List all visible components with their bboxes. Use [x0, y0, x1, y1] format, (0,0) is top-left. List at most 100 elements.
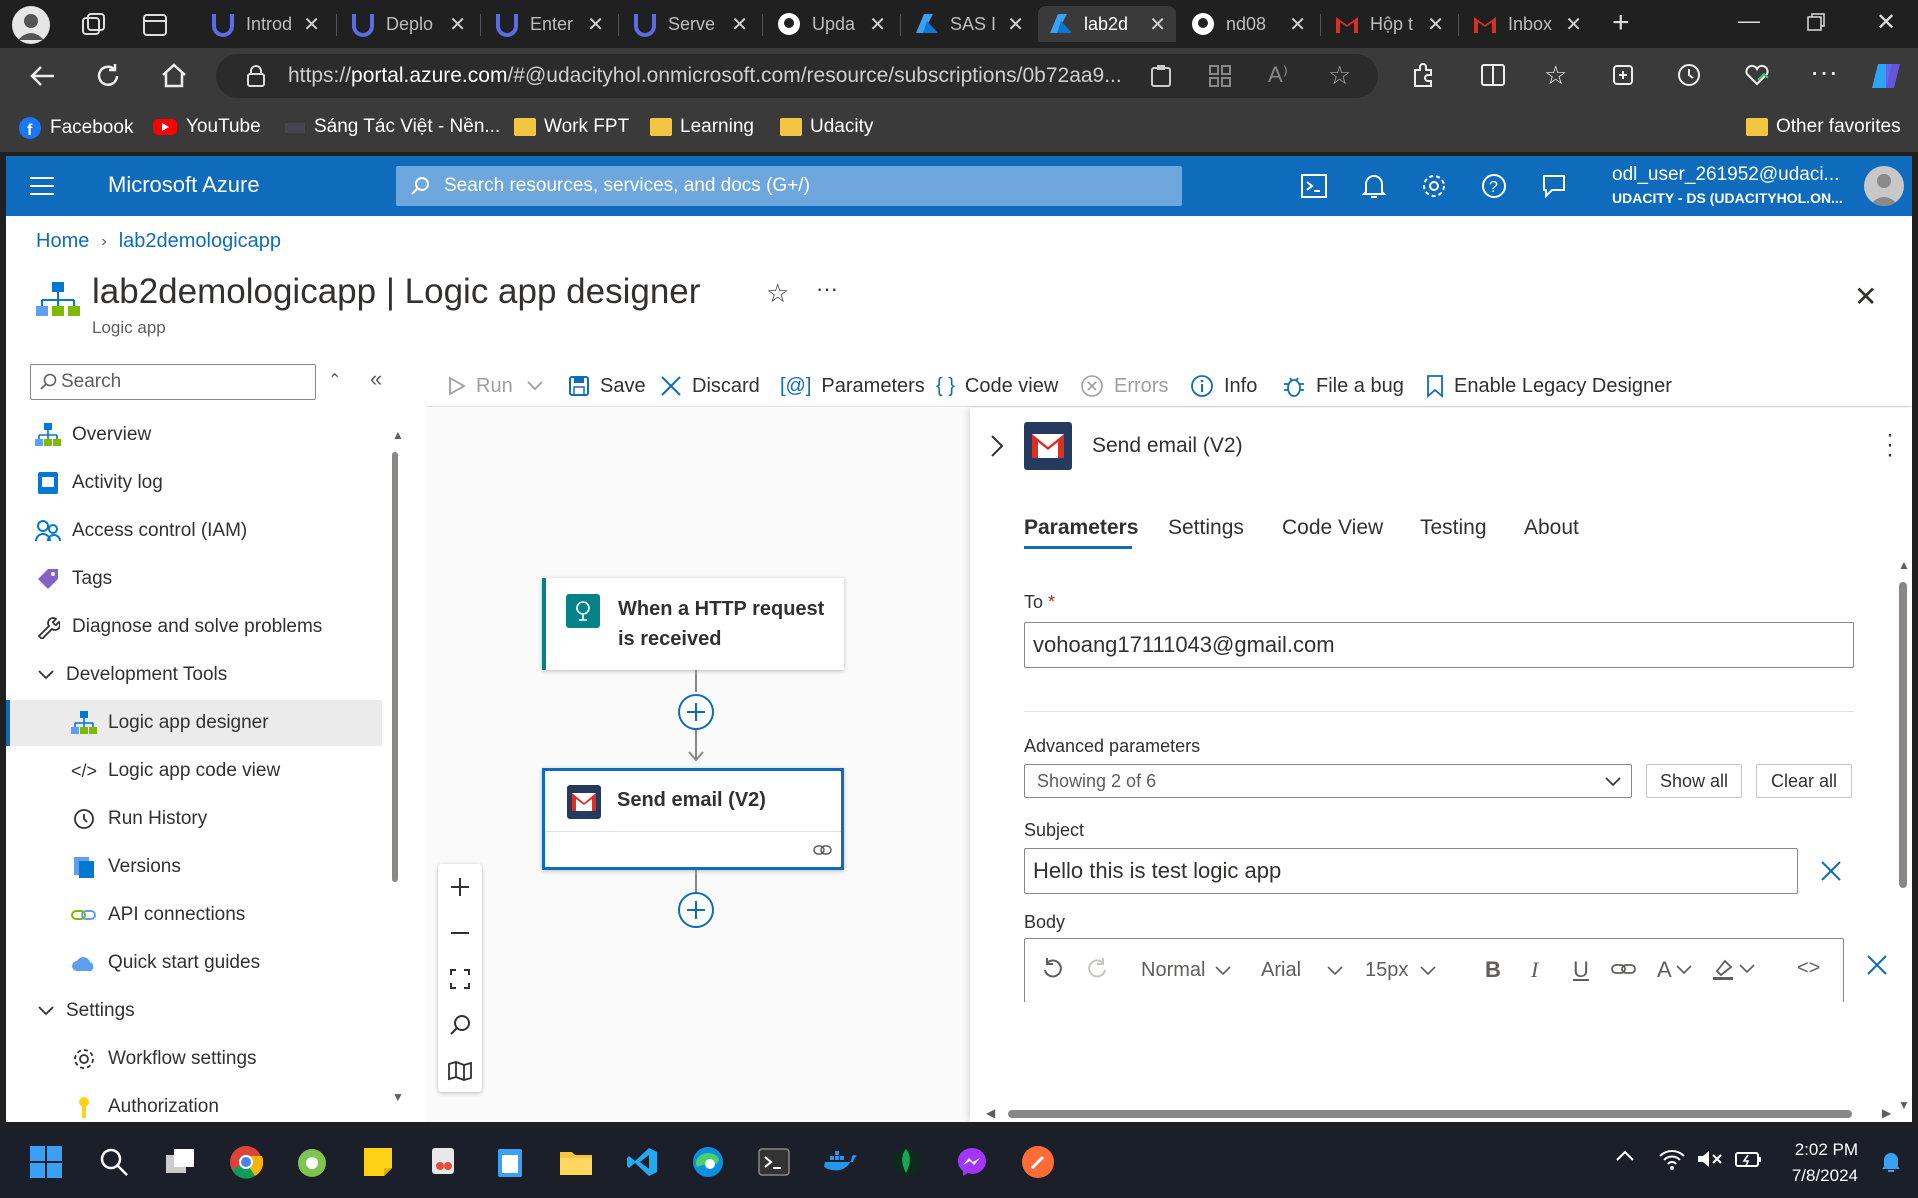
docker-icon[interactable]	[820, 1142, 860, 1182]
sidebar-item-versions[interactable]: Versions	[6, 844, 382, 890]
undo-icon[interactable]	[1041, 957, 1065, 981]
redo-icon[interactable]	[1085, 957, 1109, 981]
sidebar-group-development-tools[interactable]: Development Tools	[6, 652, 382, 698]
feedback-icon[interactable]	[1540, 172, 1568, 200]
cloud-shell-icon[interactable]	[1300, 172, 1328, 200]
clear-all-button[interactable]: Clear all	[1756, 764, 1852, 798]
user-avatar[interactable]	[1864, 166, 1904, 206]
hamburger-menu-icon[interactable]	[30, 176, 54, 196]
size-dropdown[interactable]: 15px	[1365, 959, 1436, 982]
minimap-icon[interactable]	[447, 1060, 473, 1082]
close-tab-icon[interactable]: ✕	[731, 12, 748, 37]
refresh-icon[interactable]	[94, 62, 122, 90]
user-name[interactable]: odl_user_261952@udaci...	[1612, 164, 1839, 186]
tab-actions-icon[interactable]	[142, 12, 168, 38]
close-tab-icon[interactable]: ✕	[869, 12, 886, 37]
save-button[interactable]: Save	[568, 366, 646, 406]
link-icon[interactable]	[1611, 961, 1637, 977]
notepad-icon[interactable]	[490, 1142, 530, 1182]
show-all-button[interactable]: Show all	[1646, 764, 1742, 798]
italic-icon[interactable]: I	[1531, 957, 1538, 983]
copilot-icon[interactable]	[1870, 60, 1902, 92]
tab-settings[interactable]: Settings	[1168, 516, 1244, 540]
favorites-icon[interactable]: ☆	[1544, 60, 1567, 91]
close-tab-icon[interactable]: ✕	[1565, 12, 1582, 37]
trigger-card[interactable]: When a HTTP request is received	[542, 578, 844, 670]
to-input[interactable]: vohoang17111043@gmail.com	[1024, 622, 1854, 668]
browser-tab[interactable]: Inbox ✕	[1462, 6, 1592, 42]
more-menu-icon[interactable]: ···	[1810, 56, 1838, 88]
sidebar-item-authorization[interactable]: Authorization	[6, 1084, 382, 1122]
sidebar-item-workflow-settings[interactable]: Workflow settings	[6, 1036, 382, 1082]
close-blade-icon[interactable]: ✕	[1854, 280, 1877, 313]
coccoc-icon[interactable]	[292, 1142, 332, 1182]
remove-subject-icon[interactable]	[1820, 860, 1842, 882]
terminal-icon[interactable]	[754, 1142, 794, 1182]
search-icon[interactable]	[449, 1014, 471, 1036]
collections-icon[interactable]	[1610, 62, 1636, 88]
clipboard-icon[interactable]	[1150, 64, 1172, 88]
apps-icon[interactable]	[1208, 64, 1232, 88]
settings-gear-icon[interactable]	[1420, 172, 1448, 200]
close-tab-icon[interactable]: ✕	[449, 12, 466, 37]
font-dropdown[interactable]: Arial	[1261, 959, 1343, 982]
history-icon[interactable]	[1676, 62, 1702, 88]
clock-date[interactable]: 7/8/2024	[1778, 1166, 1858, 1186]
mongodb-icon[interactable]	[886, 1142, 926, 1182]
sidebar-group-settings[interactable]: Settings	[6, 988, 382, 1034]
close-tab-icon[interactable]: ✕	[1149, 12, 1166, 37]
format-dropdown[interactable]: Normal	[1141, 959, 1232, 982]
bookmark-sangtacviet[interactable]: Sáng Tác Việt - Nền...	[284, 116, 500, 138]
sidebar-item-api-connections[interactable]: API connections	[6, 892, 382, 938]
extensions-icon[interactable]	[1410, 62, 1436, 88]
zoom-in-icon[interactable]	[449, 876, 471, 898]
home-icon[interactable]	[160, 62, 188, 90]
bold-icon[interactable]: B	[1485, 957, 1501, 983]
zoom-out-icon[interactable]	[449, 922, 471, 944]
advanced-parameters-dropdown[interactable]: Showing 2 of 6	[1024, 764, 1632, 798]
chevron-up-icon[interactable]	[1616, 1150, 1634, 1162]
sidebar-item-code-view[interactable]: </> Logic app code view	[6, 748, 382, 794]
wifi-icon[interactable]	[1658, 1148, 1686, 1170]
text-color-icon[interactable]: A	[1657, 957, 1692, 983]
panel-horizontal-scrollbar[interactable]: ◀ ▶	[986, 1106, 1894, 1120]
chevron-right-icon[interactable]	[990, 434, 1004, 458]
body-editor[interactable]: Normal Arial 15px B I U A <>	[1024, 938, 1844, 1002]
tab-testing[interactable]: Testing	[1420, 516, 1487, 540]
browser-tab[interactable]: SAS I ✕	[904, 6, 1034, 42]
breadcrumb-home[interactable]: Home	[36, 230, 89, 253]
browser-tab[interactable]: Upda ✕	[766, 6, 896, 42]
bookmark-folder-learning[interactable]: Learning	[650, 116, 754, 138]
browser-tab[interactable]: Enter ✕	[484, 6, 614, 42]
bookmark-other-favorites[interactable]: Other favorites	[1746, 116, 1901, 138]
address-bar[interactable]: https://portal.azure.com/#@udacityhol.on…	[216, 54, 1378, 98]
parameters-button[interactable]: [@] Parameters	[780, 366, 925, 406]
close-tab-icon[interactable]: ✕	[1427, 12, 1444, 37]
collapse-sidebar-icon[interactable]: «	[370, 366, 382, 392]
code-view-button[interactable]: { } Code view	[936, 366, 1058, 406]
sidebar-item-iam[interactable]: Access control (IAM)	[6, 508, 382, 554]
read-aloud-icon[interactable]: A⁾	[1268, 62, 1288, 88]
bookmark-facebook[interactable]: f Facebook	[18, 116, 133, 140]
sticky-notes-icon[interactable]	[358, 1142, 398, 1182]
add-step-button[interactable]	[678, 694, 714, 730]
tab-about[interactable]: About	[1524, 516, 1579, 540]
browser-tab[interactable]: Introd ✕	[200, 6, 330, 42]
favorite-star-icon[interactable]: ☆	[766, 278, 789, 309]
browser-tab[interactable]: Deplo ✕	[340, 6, 476, 42]
send-email-card[interactable]: Send email (V2)	[542, 768, 844, 870]
code-icon[interactable]: <>	[1797, 957, 1820, 980]
add-step-button[interactable]	[678, 892, 714, 928]
restore-button[interactable]	[1806, 12, 1826, 32]
file-explorer-icon[interactable]	[556, 1142, 596, 1182]
bookmark-folder-udacity[interactable]: Udacity	[780, 116, 873, 138]
highlight-color-icon[interactable]	[1711, 957, 1755, 981]
discard-button[interactable]: Discard	[660, 366, 760, 406]
azure-brand[interactable]: Microsoft Azure	[108, 172, 260, 198]
panel-title[interactable]: Send email (V2)	[1092, 434, 1243, 458]
info-button[interactable]: Info	[1190, 366, 1257, 406]
browser-tab-active[interactable]: lab2d ✕	[1038, 6, 1176, 42]
favorite-star-icon[interactable]: ☆	[1328, 60, 1351, 91]
notification-bell-icon[interactable]	[1880, 1150, 1902, 1174]
sidebar-item-logic-app-designer[interactable]: Logic app designer	[6, 700, 382, 746]
